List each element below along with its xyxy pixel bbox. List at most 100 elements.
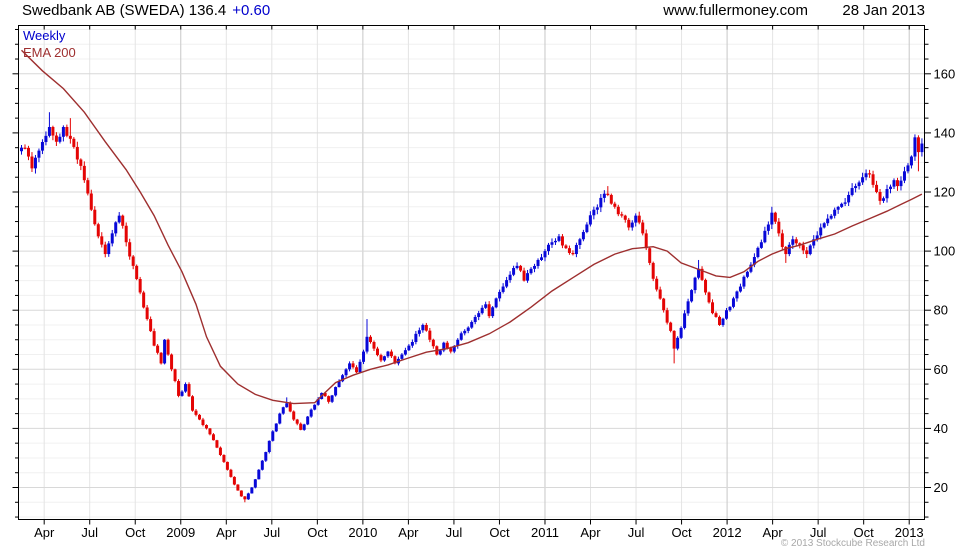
candle — [766, 224, 770, 231]
candle — [110, 233, 114, 244]
candle — [651, 262, 655, 279]
candle — [58, 136, 62, 142]
x-axis-label: 2011 — [531, 525, 559, 540]
candle — [560, 236, 564, 246]
candle — [529, 268, 533, 274]
candle — [68, 135, 72, 139]
candle — [564, 245, 568, 249]
candle — [735, 291, 739, 299]
candle — [847, 194, 851, 203]
candle — [672, 330, 676, 349]
candle — [208, 428, 212, 435]
candle — [878, 192, 882, 201]
candle — [634, 215, 638, 223]
candle — [494, 298, 498, 308]
candle — [571, 252, 575, 255]
candle — [243, 496, 247, 500]
candle — [550, 242, 554, 245]
candle — [658, 289, 662, 299]
candle — [854, 186, 858, 189]
grid-lines — [19, 26, 924, 519]
candle — [197, 414, 201, 420]
x-axis-label: 2012 — [713, 525, 742, 540]
candle — [239, 490, 243, 497]
candlestick-series — [20, 112, 924, 503]
candle — [128, 242, 132, 257]
candle — [225, 461, 229, 470]
x-axis-label: Oct — [489, 525, 510, 540]
stock-chart-page: Swedbank AB (SWEDA) 136.4 +0.60 www.fulle… — [0, 0, 980, 560]
candle — [410, 341, 414, 346]
candle — [641, 222, 645, 234]
candle — [100, 236, 104, 245]
candle — [215, 440, 219, 448]
candle — [470, 322, 474, 328]
price-chart-canvas: 20 40 60 80 100 120 140 160 Apr Jul Oct 2009 Apr Jul O… — [12, 25, 956, 540]
legend-interval-label: Weekly — [23, 28, 66, 43]
candle — [871, 174, 875, 185]
candle — [285, 403, 289, 408]
candle — [505, 280, 509, 287]
candle — [236, 484, 240, 491]
candle — [592, 209, 596, 216]
candle — [836, 206, 840, 210]
candle — [742, 276, 746, 287]
candle — [463, 330, 467, 334]
candle — [567, 248, 571, 253]
candle — [864, 173, 868, 178]
candle — [194, 410, 198, 415]
candle — [278, 413, 282, 424]
candle — [574, 244, 578, 255]
y-axis-label: 60 — [934, 362, 948, 377]
candle — [623, 215, 627, 220]
candle — [424, 324, 428, 331]
candle — [26, 147, 30, 157]
candle — [773, 212, 777, 222]
candle — [756, 247, 760, 258]
candle — [428, 330, 432, 340]
candle — [163, 339, 167, 364]
candle — [899, 180, 903, 187]
candle — [229, 469, 233, 477]
candle — [763, 230, 767, 243]
x-axis-label: Apr — [580, 525, 601, 540]
candle — [487, 304, 491, 317]
candle — [731, 298, 735, 307]
candle — [801, 245, 805, 251]
candle — [522, 270, 526, 281]
x-axis-label: Apr — [216, 525, 237, 540]
candle — [313, 404, 317, 410]
candle — [473, 316, 477, 323]
candle — [417, 330, 421, 334]
candle — [306, 416, 310, 425]
x-axis-label: Jul — [628, 525, 645, 540]
candle — [515, 265, 519, 269]
candle — [540, 257, 544, 260]
candle — [662, 298, 666, 311]
candle — [648, 248, 652, 263]
candle — [777, 221, 781, 234]
candle — [86, 180, 90, 194]
candle — [260, 460, 264, 470]
candle — [44, 135, 48, 142]
candle — [124, 225, 128, 243]
candle — [909, 156, 913, 166]
candle — [676, 337, 680, 349]
candle — [916, 137, 920, 153]
candle — [714, 313, 718, 317]
candle — [201, 419, 205, 426]
candle — [546, 244, 550, 252]
candle — [707, 292, 711, 303]
candle — [180, 391, 184, 396]
candle — [794, 239, 798, 244]
x-axis-label: Oct — [125, 525, 146, 540]
y-axis-label: 40 — [934, 421, 948, 436]
candle — [51, 126, 55, 136]
candle — [512, 268, 516, 275]
candle — [533, 266, 537, 269]
candle — [358, 361, 362, 373]
candle — [103, 244, 107, 255]
candle — [170, 354, 174, 370]
y-axis-label: 160 — [934, 66, 956, 81]
candle — [536, 259, 540, 267]
